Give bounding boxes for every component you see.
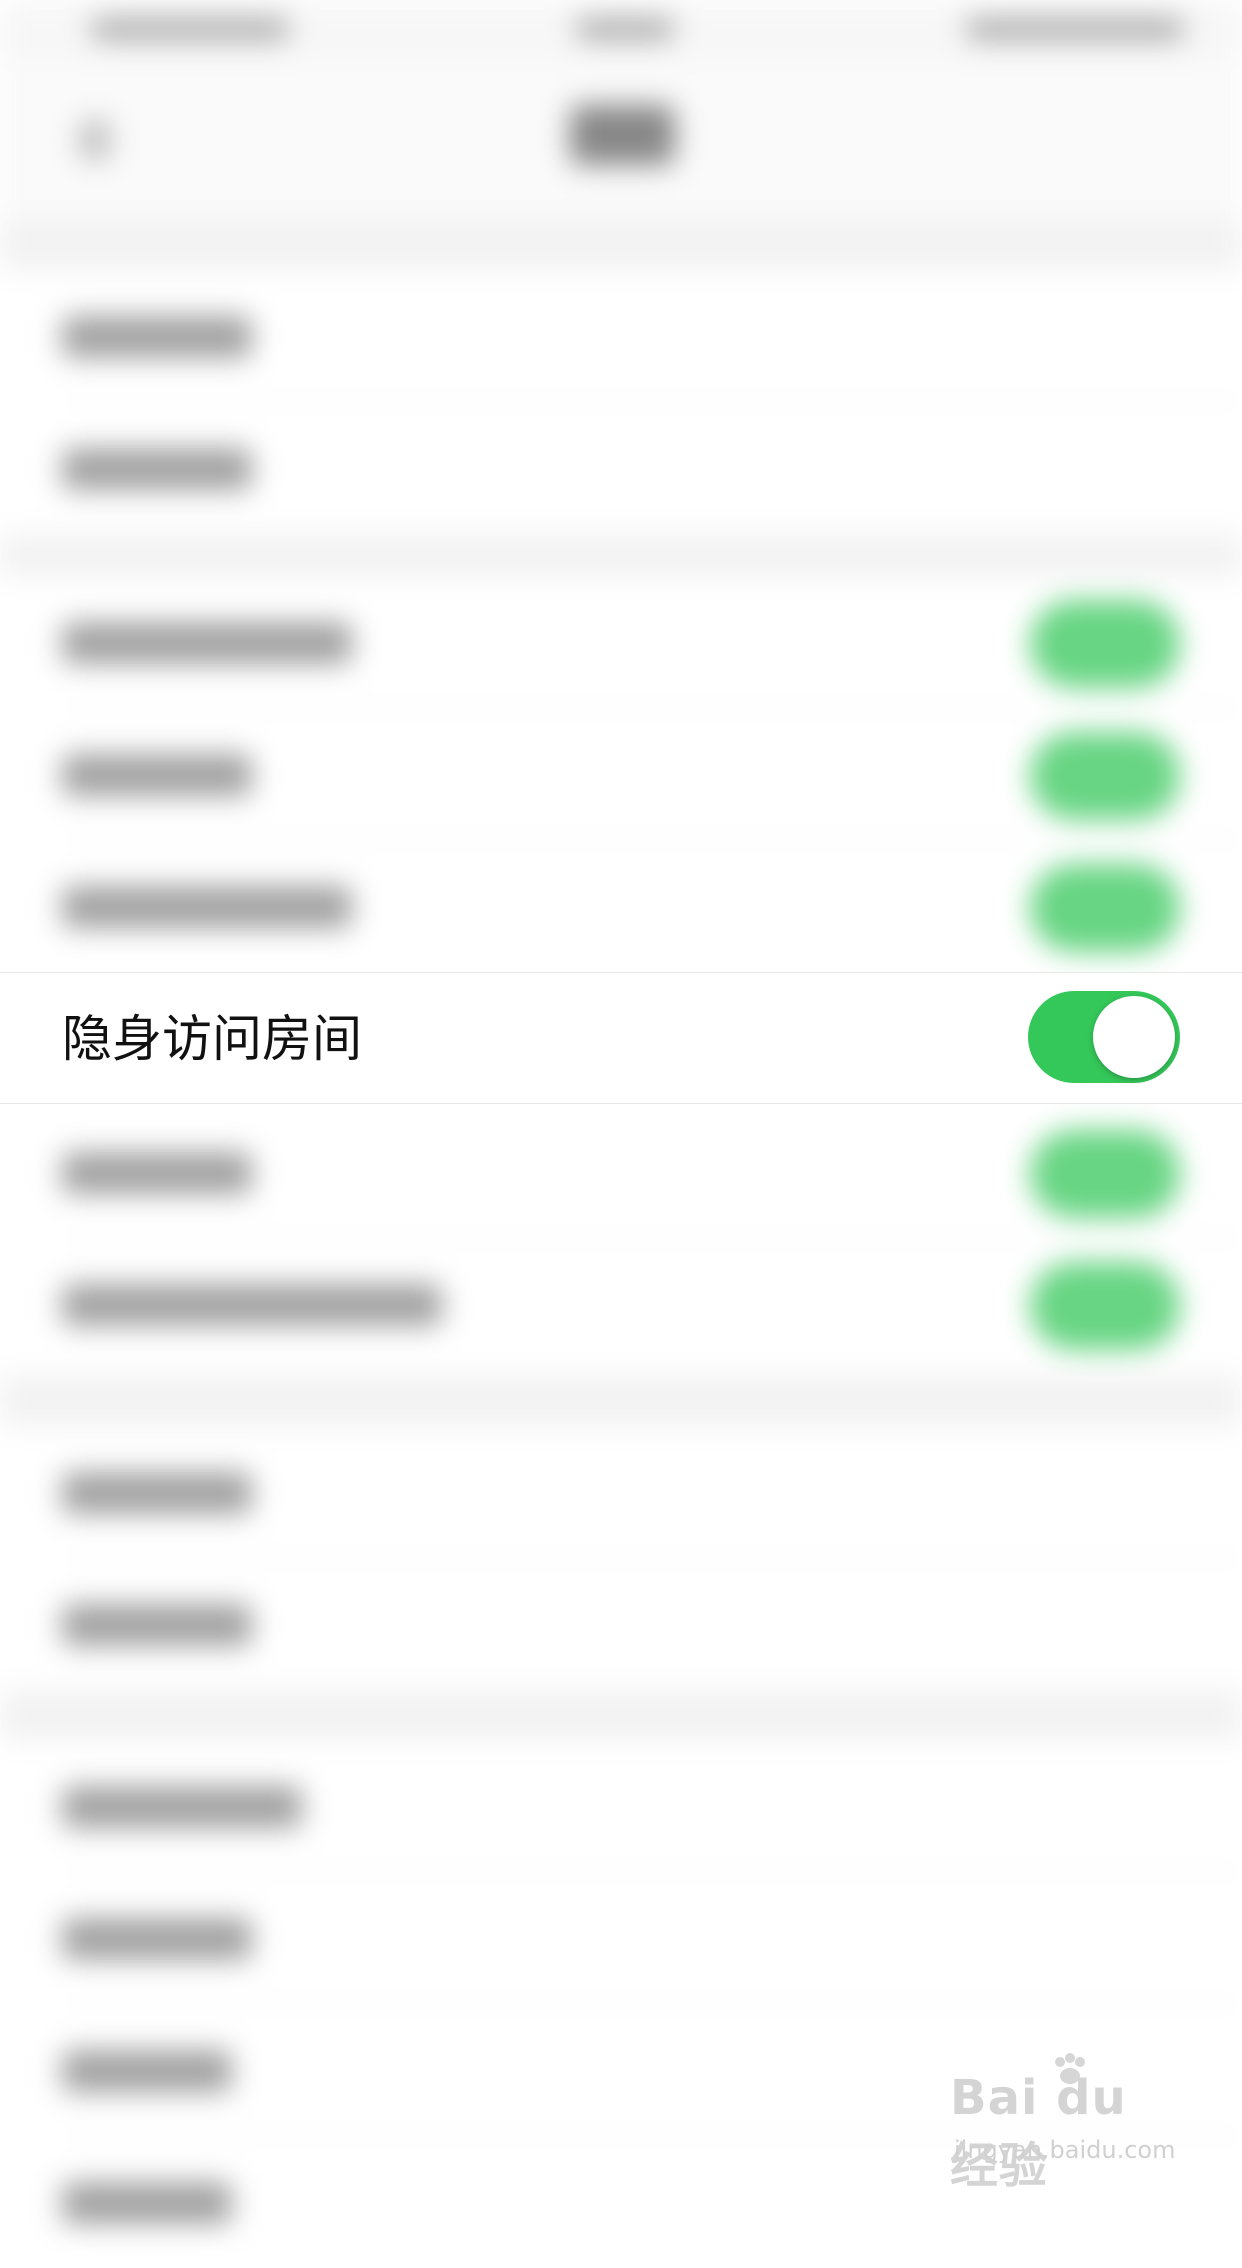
settings-section-1 — [0, 270, 1242, 534]
settings-row — [0, 1106, 1242, 1238]
invisible-visit-room-label: 隐身访问房间 — [62, 1010, 362, 1068]
settings-section-3 — [0, 1426, 1242, 1690]
status-bar — [0, 0, 1242, 60]
toggle-switch[interactable] — [1030, 864, 1180, 952]
settings-row — [0, 1238, 1242, 1370]
toggle-switch[interactable] — [1030, 600, 1180, 688]
invisible-visit-room-row: 隐身访问房间 — [0, 972, 1242, 1104]
invisible-visit-room-toggle[interactable] — [1028, 991, 1180, 1083]
navigation-bar — [0, 60, 1242, 221]
settings-row[interactable] — [0, 1872, 1242, 2004]
settings-row[interactable] — [0, 1740, 1242, 1872]
toggle-switch[interactable] — [1030, 1262, 1180, 1350]
toggle-switch[interactable] — [1030, 732, 1180, 820]
toggle-knob — [1093, 996, 1175, 1078]
page-title — [570, 105, 675, 165]
settings-row[interactable] — [0, 1558, 1242, 1690]
watermark-url: jingyan.baidu.com — [954, 2136, 1176, 2164]
back-icon[interactable] — [80, 120, 110, 160]
settings-row[interactable] — [0, 1426, 1242, 1558]
paw-icon — [1055, 2053, 1085, 2084]
settings-row — [0, 708, 1242, 840]
blurred-settings-background — [0, 0, 1242, 2224]
settings-row — [0, 840, 1242, 972]
toggle-switch[interactable] — [1030, 1130, 1180, 1218]
settings-row — [0, 576, 1242, 708]
baidu-jingyan-watermark: Bai du 经验 jingyan.baidu.com — [950, 2053, 1190, 2194]
settings-row[interactable] — [0, 402, 1242, 534]
settings-row[interactable] — [0, 270, 1242, 402]
